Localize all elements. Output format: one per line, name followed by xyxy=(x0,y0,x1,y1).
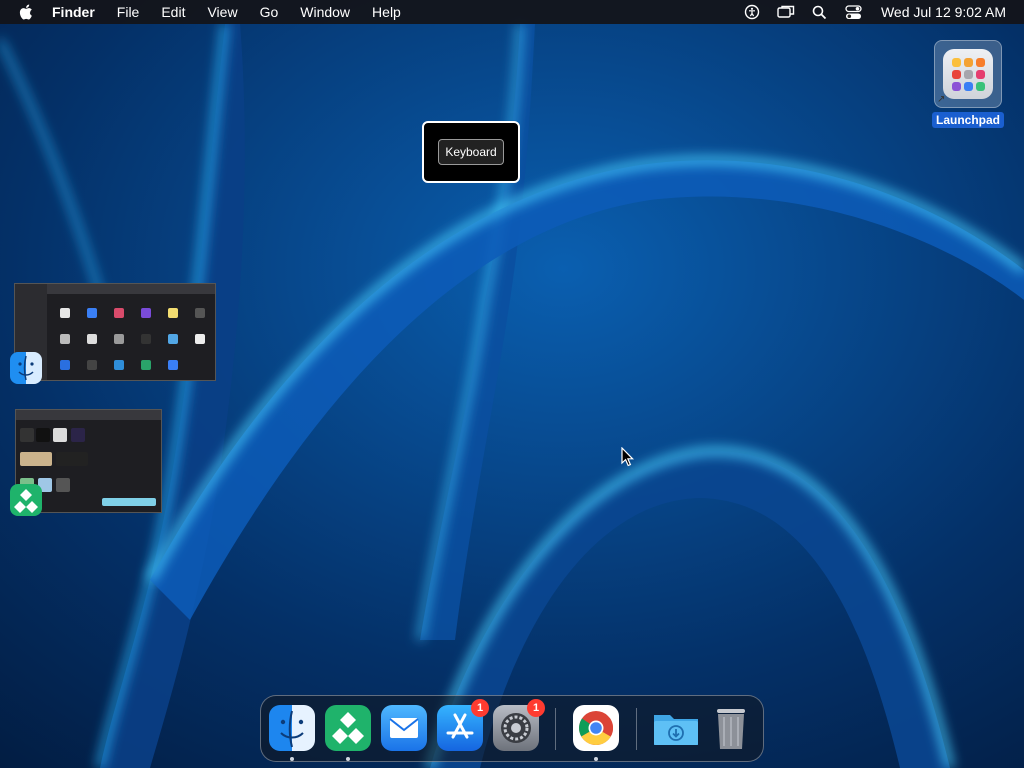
chrome-running-indicator xyxy=(594,757,598,761)
menu-window[interactable]: Window xyxy=(300,4,350,20)
chrome-icon[interactable] xyxy=(573,705,619,751)
finder-icon xyxy=(10,352,42,384)
system-settings-icon[interactable]: 1 xyxy=(493,699,545,751)
codeloop-icon xyxy=(10,484,42,516)
codeloop-running-indicator xyxy=(346,757,350,761)
menu-help[interactable]: Help xyxy=(372,4,401,20)
mouse-cursor-icon xyxy=(621,447,635,467)
dock-separator xyxy=(555,708,556,750)
finder-window-thumbnail[interactable] xyxy=(14,283,216,381)
settings-badge: 1 xyxy=(527,699,545,717)
launchpad-label: Launchpad xyxy=(931,112,1004,128)
app-store-icon[interactable]: 1 xyxy=(437,699,489,751)
codeloop-icon[interactable] xyxy=(325,705,371,751)
app-store-badge: 1 xyxy=(471,699,489,717)
finder-running-indicator xyxy=(290,757,294,761)
accessibility-icon[interactable] xyxy=(743,3,761,21)
menu-go[interactable]: Go xyxy=(260,4,279,20)
desktop-wallpaper xyxy=(0,0,1024,768)
dock-separator xyxy=(636,708,637,750)
screen-mirroring-icon[interactable] xyxy=(777,3,795,21)
menu-clock[interactable]: Wed Jul 12 9:02 AM xyxy=(881,4,1006,20)
launchpad-icon-frame: ↗ xyxy=(934,40,1002,108)
launchpad-desktop-icon[interactable]: ↗ Launchpad xyxy=(930,40,1006,128)
menu-view[interactable]: View xyxy=(207,4,237,20)
keyboard-button[interactable]: Keyboard xyxy=(438,139,504,165)
alias-arrow-icon: ↗ xyxy=(937,94,946,105)
apple-icon[interactable] xyxy=(0,4,52,20)
thumbnail-toolbar xyxy=(16,410,161,420)
keyboard-tooltip: Keyboard xyxy=(422,121,520,183)
menu-file[interactable]: File xyxy=(117,4,140,20)
downloads-folder-icon[interactable] xyxy=(652,705,698,751)
launchpad-icon xyxy=(943,49,993,99)
control-center-icon[interactable] xyxy=(845,3,863,21)
mail-icon[interactable] xyxy=(381,705,427,751)
menu-app-name[interactable]: Finder xyxy=(52,4,95,20)
dock: 1 1 xyxy=(260,695,764,762)
menu-edit[interactable]: Edit xyxy=(161,4,185,20)
spotlight-icon[interactable] xyxy=(811,3,829,21)
menu-bar: Finder File Edit View Go Window Help Wed… xyxy=(0,0,1024,24)
finder-icon[interactable] xyxy=(269,705,315,751)
menu-extras: Wed Jul 12 9:02 AM xyxy=(727,3,1024,21)
trash-icon[interactable] xyxy=(709,705,755,751)
